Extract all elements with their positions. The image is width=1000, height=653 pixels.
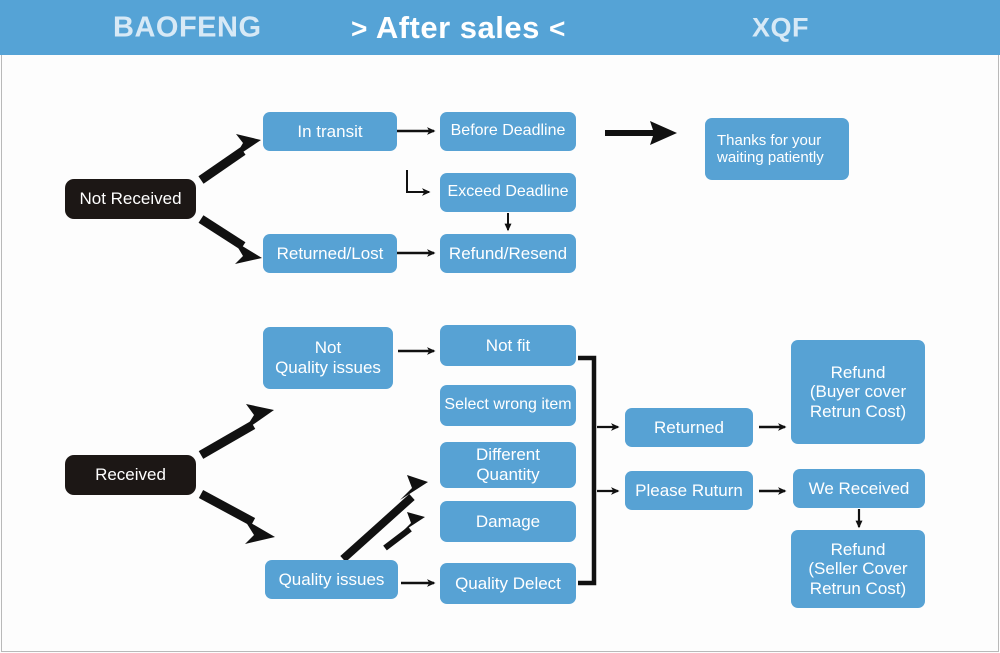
node-refund-seller-cover-label: Refund (Seller Cover Retrun Cost)	[808, 539, 908, 598]
node-select-wrong-item[interactable]: Select wrong item	[440, 385, 576, 426]
node-select-wrong-item-label: Select wrong item	[444, 396, 572, 414]
node-not-received-label: Not Received	[79, 189, 182, 209]
node-please-return-label: Please Ruturn	[635, 480, 743, 500]
node-received[interactable]: Received	[65, 455, 196, 495]
flowchart-page: BAOFENG > After sales < XQF Not Received…	[0, 0, 1000, 653]
node-quality-issues-label: Quality issues	[278, 569, 385, 589]
node-returned-lost-label: Returned/Lost	[276, 243, 384, 263]
node-please-return[interactable]: Please Ruturn	[625, 471, 753, 510]
node-quality-issues[interactable]: Quality issues	[265, 560, 398, 599]
node-exceed-deadline-label: Exceed Deadline	[447, 183, 569, 201]
node-not-quality-issues[interactable]: Not Quality issues	[263, 327, 393, 389]
chevron-right-icon: >	[351, 12, 368, 44]
node-not-fit[interactable]: Not fit	[440, 325, 576, 366]
node-refund-resend[interactable]: Refund/Resend	[440, 234, 576, 273]
node-not-quality-issues-label: Not Quality issues	[275, 338, 381, 377]
node-quality-delect[interactable]: Quality Delect	[440, 563, 576, 604]
header-banner: BAOFENG > After sales < XQF	[0, 0, 1000, 55]
node-thanks-for-waiting[interactable]: Thanks for your waiting patiently	[705, 118, 849, 180]
node-before-deadline[interactable]: Before Deadline	[440, 112, 576, 151]
node-refund-resend-label: Refund/Resend	[448, 243, 568, 263]
node-returned-lost[interactable]: Returned/Lost	[263, 234, 397, 273]
page-title-text: After sales	[375, 9, 540, 45]
node-refund-seller-cover[interactable]: Refund (Seller Cover Retrun Cost)	[791, 530, 925, 608]
node-damage[interactable]: Damage	[440, 501, 576, 542]
node-different-quantity[interactable]: Different Quantity	[440, 442, 576, 488]
node-returned[interactable]: Returned	[625, 408, 753, 447]
node-refund-buyer-cover-label: Refund (Buyer cover Retrun Cost)	[809, 362, 907, 421]
node-received-label: Received	[95, 465, 166, 485]
node-returned-label: Returned	[654, 417, 724, 437]
node-not-fit-label: Not fit	[485, 335, 531, 355]
node-quality-delect-label: Quality Delect	[455, 573, 561, 593]
node-we-received-label: We Received	[808, 478, 910, 498]
node-not-received[interactable]: Not Received	[65, 179, 196, 219]
node-damage-label: Damage	[475, 511, 541, 531]
node-refund-buyer-cover[interactable]: Refund (Buyer cover Retrun Cost)	[791, 340, 925, 444]
node-in-transit[interactable]: In transit	[263, 112, 397, 151]
node-exceed-deadline[interactable]: Exceed Deadline	[440, 173, 576, 212]
node-we-received[interactable]: We Received	[793, 469, 925, 508]
node-different-quantity-label: Different Quantity	[476, 445, 540, 484]
node-before-deadline-label: Before Deadline	[450, 122, 566, 140]
page-title: > After sales <	[351, 10, 566, 46]
node-thanks-for-waiting-label: Thanks for your waiting patiently	[717, 131, 824, 166]
node-in-transit-label: In transit	[297, 121, 363, 141]
brand-right: XQF	[752, 12, 810, 42]
chevron-left-icon: <	[548, 12, 566, 44]
brand-left: BAOFENG	[113, 11, 262, 43]
